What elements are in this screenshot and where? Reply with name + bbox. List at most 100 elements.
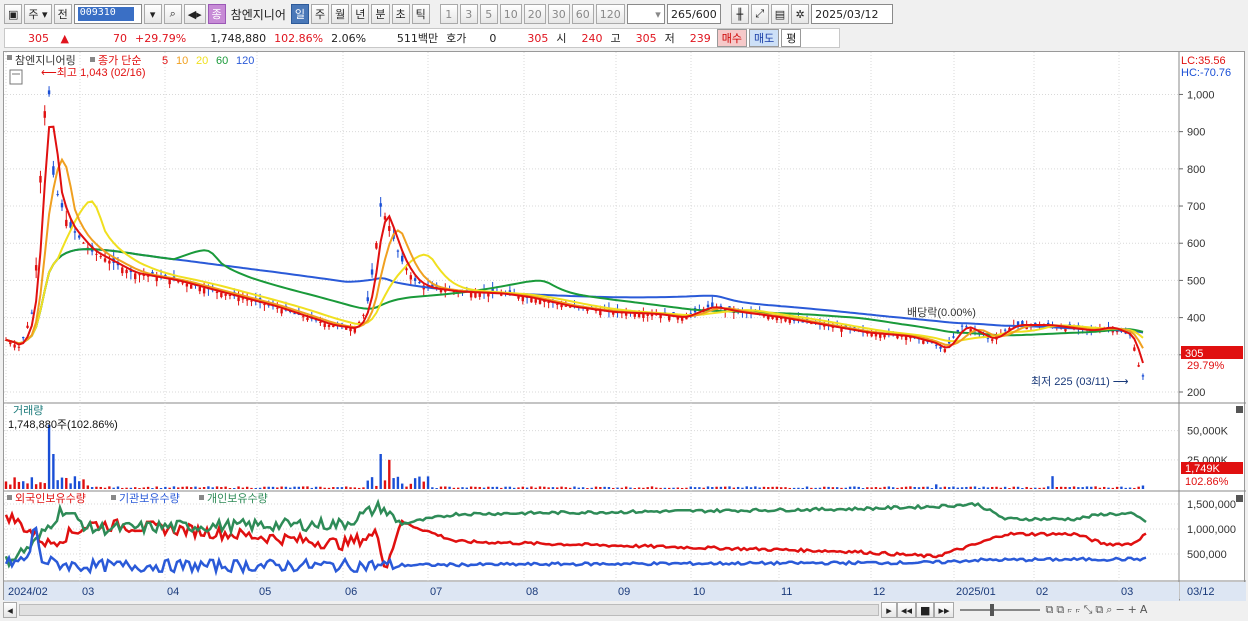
volume-bar <box>258 487 262 489</box>
date-input[interactable]: 2025/03/12 <box>811 4 894 24</box>
volume-bar <box>289 487 292 489</box>
volume-bar <box>835 487 839 489</box>
draw-tool-icon[interactable]: ⤢ <box>750 4 769 24</box>
custom-interval-select[interactable]: ▾ <box>626 4 665 24</box>
ma-legend-20: 20 <box>196 55 208 67</box>
volume-bar <box>952 486 955 489</box>
period-day-button[interactable]: 일 <box>290 4 309 24</box>
volume-bar <box>30 477 34 489</box>
volume-bar <box>762 486 766 489</box>
candle-body <box>379 203 382 207</box>
volume-bar <box>495 486 499 489</box>
chart-tools-icons[interactable]: ⧉⧉⟔⟔⤡⧉⌕−+A <box>1046 603 1151 617</box>
stock-chart-svg[interactable]: 2024/02 03 04 05 06 07 08 09 10 11 12 2025/01 02 03 03… <box>4 52 1246 601</box>
forward-icon[interactable]: ▸▸ <box>934 602 954 618</box>
volume-bar <box>1042 487 1046 489</box>
stock-code-input[interactable]: 009310 <box>73 4 142 24</box>
sell-button[interactable]: 매도 <box>748 29 780 47</box>
volume-bar <box>439 486 443 489</box>
volume-bar <box>353 487 357 489</box>
interval-1-button[interactable]: 1 <box>439 4 458 24</box>
speaker-icon[interactable]: ◀▸ <box>183 4 206 24</box>
calendar-icon[interactable] <box>9 69 23 85</box>
x-axis-label: 09 <box>618 586 630 598</box>
eval-button[interactable]: 평 <box>781 29 802 47</box>
scroll-left-icon[interactable]: ◂ <box>3 602 17 618</box>
horizontal-scrollbar[interactable] <box>19 604 879 616</box>
ma-20-line <box>5 200 1144 345</box>
volume-bar <box>482 487 486 489</box>
buy-button[interactable]: 매수 <box>716 29 747 47</box>
volume-bar <box>633 488 636 489</box>
volume-bar <box>999 487 1003 489</box>
candle-body <box>73 231 77 233</box>
volume-bar <box>263 486 266 489</box>
period-month-button[interactable]: 월 <box>331 4 350 24</box>
zoom-slider[interactable] <box>959 604 1040 616</box>
volume-bar <box>538 486 542 489</box>
up-arrow-icon: ▲ <box>60 31 69 45</box>
volume-bar <box>586 488 589 489</box>
chart-area[interactable]: 2024/02 03 04 05 06 07 08 09 10 11 12 2025/01 02 03 03… <box>3 51 1246 601</box>
panel-close-icon[interactable] <box>1236 495 1243 502</box>
period-tick-button[interactable]: 틱 <box>411 4 430 24</box>
interval-120-button[interactable]: 120 <box>595 4 625 24</box>
panel-close-icon[interactable] <box>1236 406 1243 413</box>
settings-gear-icon[interactable]: ✲ <box>791 4 810 24</box>
candle-body <box>327 324 331 327</box>
volume-bar <box>883 486 886 489</box>
type-select[interactable]: 전 <box>53 4 72 24</box>
interval-30-button[interactable]: 30 <box>547 4 570 24</box>
volume-bar <box>129 487 133 489</box>
candle-body <box>952 336 955 338</box>
pct-tag: 29.79% <box>1187 360 1225 372</box>
volume-bar <box>241 487 245 489</box>
save-icon[interactable]: ▤ <box>770 4 790 24</box>
search-icon[interactable]: ⌕ <box>163 4 182 24</box>
rewind-icon[interactable]: ◂◂ <box>897 602 917 618</box>
candle-body <box>52 166 55 175</box>
quote-volume: 1,748,880 <box>210 31 267 45</box>
series-handle-icon <box>7 495 12 500</box>
zoom-slider-thumb[interactable] <box>989 604 994 616</box>
period-second-button[interactable]: 초 <box>391 4 410 24</box>
interval-5-button[interactable]: 5 <box>479 4 498 24</box>
market-select[interactable]: 주 ▾ <box>24 4 52 24</box>
volume-bar <box>52 454 55 489</box>
x-axis-label: 03 <box>82 586 94 598</box>
candle-body <box>125 269 128 274</box>
period-minute-button[interactable]: 분 <box>371 4 390 24</box>
legend-handle-icon <box>90 57 95 62</box>
volume-bar <box>517 487 520 489</box>
candle-body <box>43 111 46 118</box>
volume-bar <box>366 480 369 489</box>
count-input[interactable]: 265/600 <box>666 4 721 24</box>
window-menu-icon[interactable]: ▣ <box>4 4 23 24</box>
play-icon[interactable]: ▸ <box>881 602 897 618</box>
interval-20-button[interactable]: 20 <box>523 4 546 24</box>
candle-body <box>668 315 671 321</box>
volume-bar <box>1038 487 1041 489</box>
volume-bar <box>861 488 865 489</box>
period-year-button[interactable]: 년 <box>351 4 370 24</box>
volume-bar <box>879 487 882 489</box>
candle-type-icon[interactable]: ╫ <box>730 4 749 24</box>
x-axis-label: 03 <box>1121 586 1133 598</box>
stop-icon[interactable]: ■ <box>916 602 935 618</box>
x-axis-label: 12 <box>873 586 885 598</box>
low-label: 저 <box>664 32 675 45</box>
volume-bar <box>194 486 197 489</box>
ma-legend-60: 60 <box>216 55 228 67</box>
volume-bar <box>228 488 232 489</box>
code-dropdown-icon[interactable]: ▾ <box>143 4 162 24</box>
interval-60-button[interactable]: 60 <box>571 4 594 24</box>
period-week-button[interactable]: 주 <box>311 4 330 24</box>
price-panel-title: 참엔지니어링 <box>15 54 76 67</box>
volume-bar <box>607 487 611 489</box>
interval-3-button[interactable]: 3 <box>459 4 478 24</box>
candle-body <box>366 297 369 302</box>
interval-10-button[interactable]: 10 <box>499 4 522 24</box>
volume-summary: 1,748,880주(102.86%) <box>8 419 118 431</box>
volume-bar <box>1059 486 1063 489</box>
volume-bar <box>151 488 154 489</box>
